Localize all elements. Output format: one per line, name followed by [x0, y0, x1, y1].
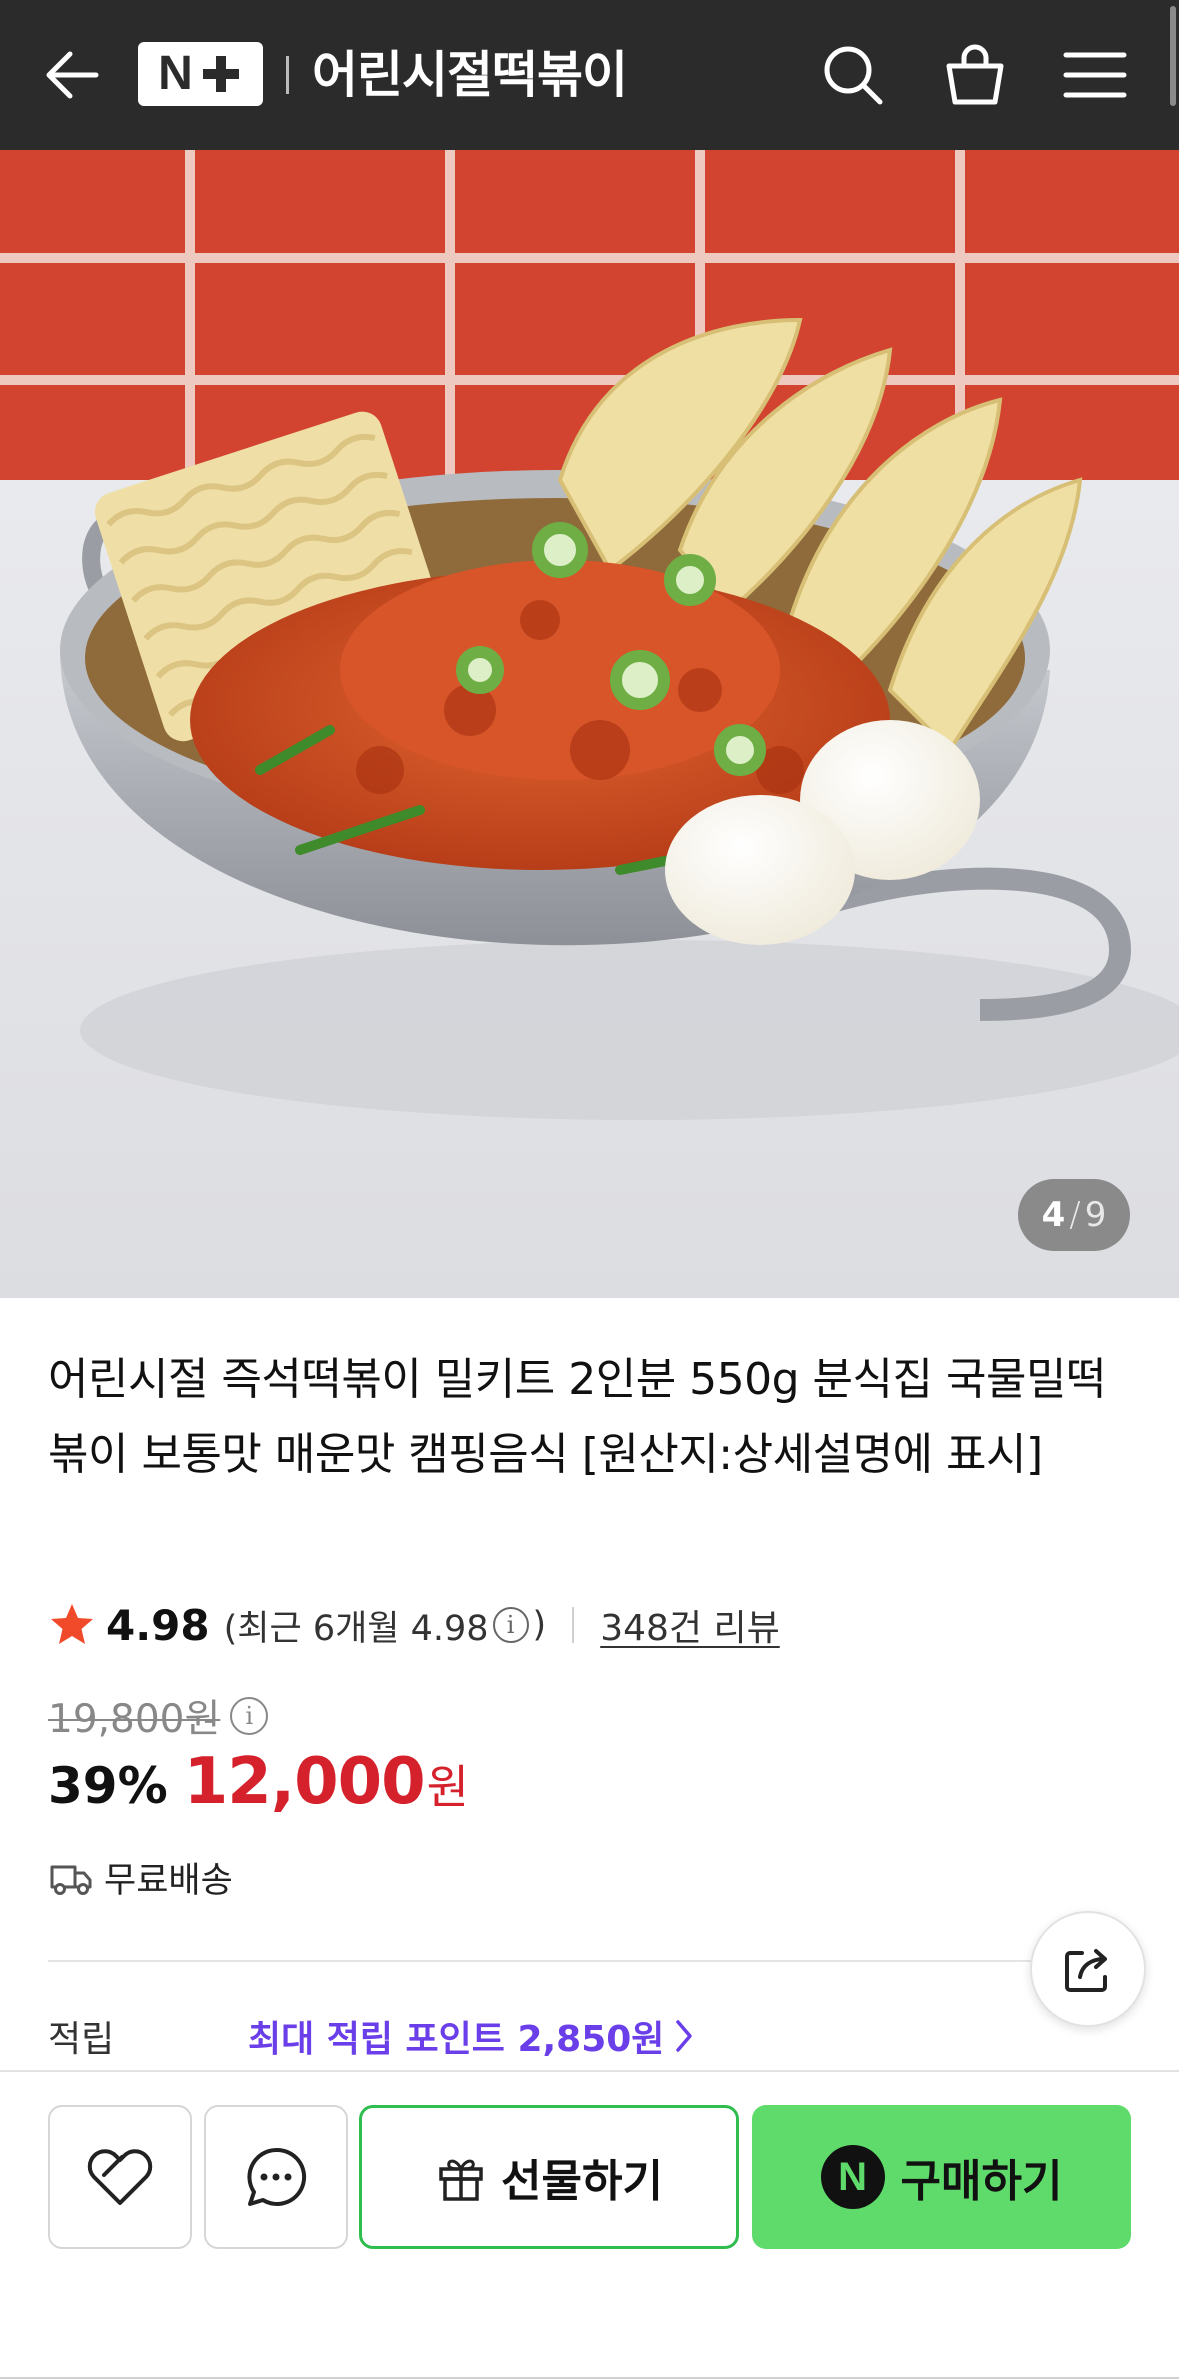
- hamburger-menu-icon: [1063, 52, 1127, 98]
- chevron-right-icon: [676, 2020, 693, 2052]
- page-scrollbar[interactable]: [1167, 0, 1179, 112]
- logo-n-letter: N: [158, 47, 193, 100]
- buy-button[interactable]: N 구매하기: [752, 2105, 1131, 2249]
- back-button[interactable]: [38, 40, 108, 110]
- buy-label: 구매하기: [900, 2156, 1063, 2207]
- talk-button[interactable]: [204, 2105, 348, 2249]
- rating-score: 4.98: [106, 1600, 210, 1650]
- star-icon: [51, 1604, 93, 1644]
- chat-bubble-icon: [247, 2147, 307, 2206]
- original-price-row: 19,800원 i: [48, 1688, 272, 1744]
- shopping-bag-icon: [946, 44, 1004, 105]
- image-counter-separator: /: [1069, 1195, 1081, 1235]
- rating-row: 4.98 (최근 6개월 4.98 i ) 348건 리뷰: [48, 1595, 780, 1655]
- bottom-action-bar: 선물하기 N 구매하기: [0, 2070, 1179, 2379]
- recent-rating-close: ): [532, 1605, 547, 1645]
- menu-button[interactable]: [1058, 38, 1132, 112]
- cart-button[interactable]: [938, 38, 1012, 112]
- image-counter-total: 9: [1084, 1195, 1107, 1235]
- share-icon: [1065, 1949, 1107, 1992]
- price-info-icon[interactable]: i: [230, 1697, 269, 1735]
- header-divider: [286, 56, 289, 94]
- shipping-text: 무료배송: [104, 1861, 233, 1901]
- naver-pay-icon: N: [820, 2145, 885, 2209]
- shipping-row: 무료배송: [48, 1852, 233, 1903]
- store-name[interactable]: 어린시절떡볶이: [312, 40, 628, 110]
- original-price: 19,800원: [48, 1697, 221, 1742]
- image-counter-current: 4: [1041, 1195, 1066, 1235]
- points-label: 적립: [48, 2019, 115, 2060]
- points-text: 최대 적립 포인트 2,850원: [248, 2019, 665, 2060]
- top-header: N 어린시절떡볶이: [0, 0, 1179, 150]
- heart-icon: [87, 2149, 153, 2205]
- rating-divider: [572, 1607, 575, 1643]
- product-title: 어린시절 즉석떡볶이 밀키트 2인분 550g 분식집 국물밀떡볶이 보통맛 매…: [48, 1354, 1106, 1480]
- recent-rating-text: (최근 6개월 4.98: [223, 1608, 489, 1649]
- search-icon: [824, 46, 883, 105]
- review-count-link[interactable]: 348건 리뷰: [600, 1599, 780, 1651]
- points-row: 적립 최대 적립 포인트 2,850원: [48, 2010, 694, 2062]
- gift-icon: [439, 2159, 483, 2201]
- product-image-gallery[interactable]: 4 / 9: [0, 150, 1179, 1298]
- price-row: 39% 12,000 원: [48, 1745, 469, 1819]
- image-counter: 4 / 9: [1018, 1179, 1130, 1251]
- section-divider: [48, 1960, 1083, 1962]
- info-icon[interactable]: i: [492, 1607, 529, 1643]
- share-button[interactable]: [1030, 1911, 1146, 2027]
- tteokbokki-pot-photo: [0, 150, 1179, 1298]
- currency-unit: 원: [426, 1760, 469, 1814]
- gift-label: 선물하기: [501, 2156, 663, 2207]
- gift-button[interactable]: 선물하기: [359, 2105, 739, 2249]
- delivery-truck-icon: [50, 1865, 92, 1895]
- points-link[interactable]: 최대 적립 포인트 2,850원: [248, 2010, 694, 2062]
- wishlist-button[interactable]: [48, 2105, 192, 2249]
- recent-rating: (최근 6개월 4.98 i ): [224, 1600, 547, 1651]
- logo-plus-icon: [199, 52, 243, 96]
- sale-price: 12,000: [183, 1745, 426, 1819]
- back-arrow-icon: [46, 51, 99, 99]
- discount-rate: 39%: [48, 1757, 168, 1815]
- naver-plus-logo[interactable]: N: [138, 42, 263, 106]
- search-button[interactable]: [816, 38, 890, 112]
